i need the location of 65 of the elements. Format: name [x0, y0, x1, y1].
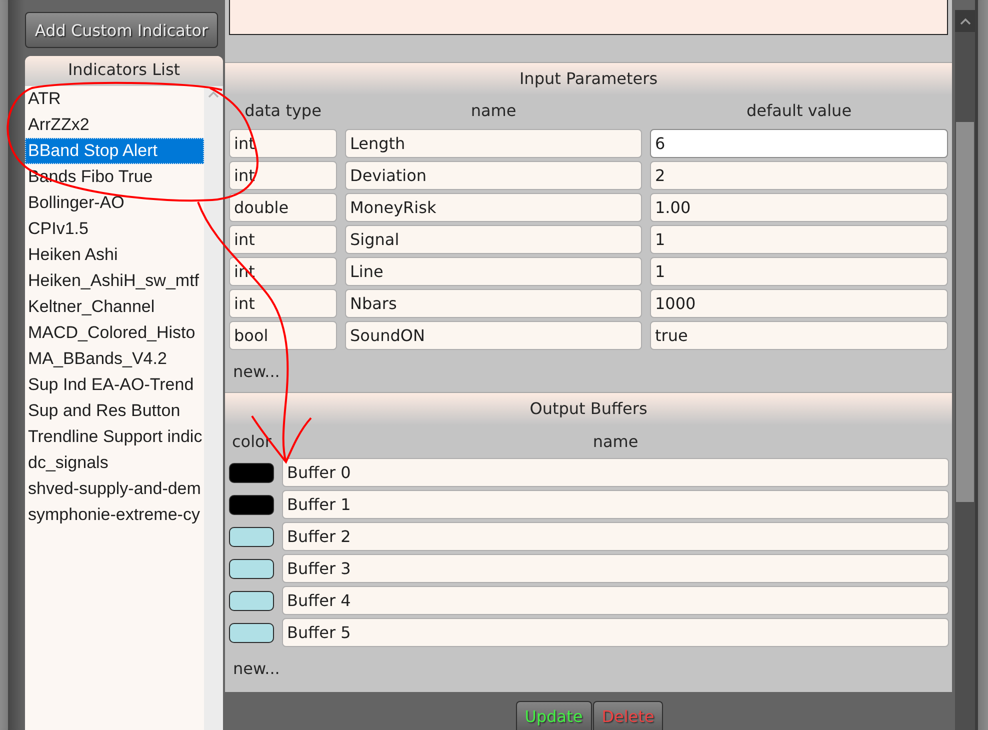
parameter-name-field[interactable]: MoneyRisk — [345, 193, 642, 222]
section-title: Input Parameters — [225, 63, 952, 95]
buffer-name-field[interactable]: Buffer 4 — [282, 586, 949, 615]
data-type-field[interactable]: int — [229, 161, 337, 190]
list-item[interactable]: Sup and Res Button — [25, 398, 204, 424]
scrollbar-track[interactable] — [204, 86, 223, 730]
default-value-field[interactable]: 6 — [650, 129, 948, 158]
list-item[interactable]: CPIv1.5 — [25, 216, 204, 242]
color-swatch-icon[interactable] — [229, 526, 274, 546]
scroll-up-button[interactable] — [955, 10, 975, 32]
scrollbar-thumb[interactable] — [956, 122, 974, 502]
parameter-name-field[interactable]: Deviation — [345, 161, 642, 190]
chevron-up-icon — [208, 91, 219, 98]
buffer-name-field[interactable]: Buffer 0 — [282, 458, 949, 487]
default-value-field[interactable]: 1 — [650, 257, 948, 286]
add-custom-indicator-button[interactable]: Add Custom Indicator — [25, 12, 218, 48]
list-item[interactable]: MA_BBands_V4.2 — [25, 346, 204, 372]
data-type-field[interactable]: bool — [229, 321, 337, 350]
list-item[interactable]: shved-supply-and-dem — [25, 476, 204, 502]
data-type-field[interactable]: int — [229, 129, 337, 158]
chevron-up-icon — [960, 18, 970, 24]
list-item[interactable]: ArrZZx2 — [25, 112, 204, 138]
parameter-name-field[interactable]: Line — [345, 257, 642, 286]
buffer-name-field[interactable]: Buffer 3 — [282, 554, 949, 583]
buffer-name-field[interactable]: Buffer 2 — [282, 522, 949, 551]
new-buffer-link[interactable]: new... — [233, 659, 280, 678]
list-item[interactable]: BBand Stop Alert — [25, 138, 204, 164]
list-item[interactable]: Sup Ind EA-AO-Trend — [25, 372, 204, 398]
new-parameter-link[interactable]: new... — [233, 362, 280, 380]
default-value-field[interactable]: 1000 — [650, 289, 948, 318]
color-swatch-icon[interactable] — [229, 622, 274, 642]
default-value-field[interactable]: 2 — [650, 161, 948, 190]
list-item[interactable]: Heiken Ashi — [25, 242, 204, 268]
list-item[interactable]: dc_signals — [25, 450, 204, 476]
color-swatch-icon[interactable] — [229, 494, 274, 514]
default-value-field[interactable]: 1 — [650, 225, 948, 254]
color-swatch-icon[interactable] — [229, 462, 274, 482]
list-item[interactable]: Bollinger-AO — [25, 190, 204, 216]
list-title: Indicators List — [25, 56, 223, 86]
buffer-name-field[interactable]: Buffer 1 — [282, 490, 949, 519]
parameter-name-field[interactable]: SoundON — [345, 321, 642, 350]
buffer-name-field[interactable]: Buffer 5 — [282, 618, 949, 647]
default-value-field[interactable]: 1.00 — [650, 193, 948, 222]
data-type-field[interactable]: int — [229, 225, 337, 254]
parameter-name-field[interactable]: Signal — [345, 225, 642, 254]
column-header: default value — [746, 101, 852, 120]
list-item[interactable]: MACD_Colored_Histo — [25, 320, 204, 346]
default-value-field[interactable]: true — [650, 321, 948, 350]
parameter-name-field[interactable]: Nbars — [345, 289, 642, 318]
column-header: color — [231, 432, 272, 450]
column-header: name — [470, 101, 516, 120]
parameter-name-field[interactable]: Length — [345, 129, 642, 158]
text-field[interactable] — [229, 0, 948, 35]
column-header: name — [592, 432, 638, 450]
list-item[interactable]: symphonie-extreme-cy — [25, 502, 204, 528]
list-item[interactable]: Keltner_Channel — [25, 294, 204, 320]
list-item[interactable]: ATR — [25, 86, 204, 112]
column-header: data type — [244, 101, 322, 120]
color-swatch-icon[interactable] — [229, 590, 274, 610]
list-item[interactable]: Heiken_AshiH_sw_mtf — [25, 268, 204, 294]
section-title: Output Buffers — [225, 393, 952, 425]
color-swatch-icon[interactable] — [229, 558, 274, 578]
data-type-field[interactable]: double — [229, 193, 337, 222]
data-type-field[interactable]: int — [229, 289, 337, 318]
list-item[interactable]: Trendline Support indic — [25, 424, 204, 450]
